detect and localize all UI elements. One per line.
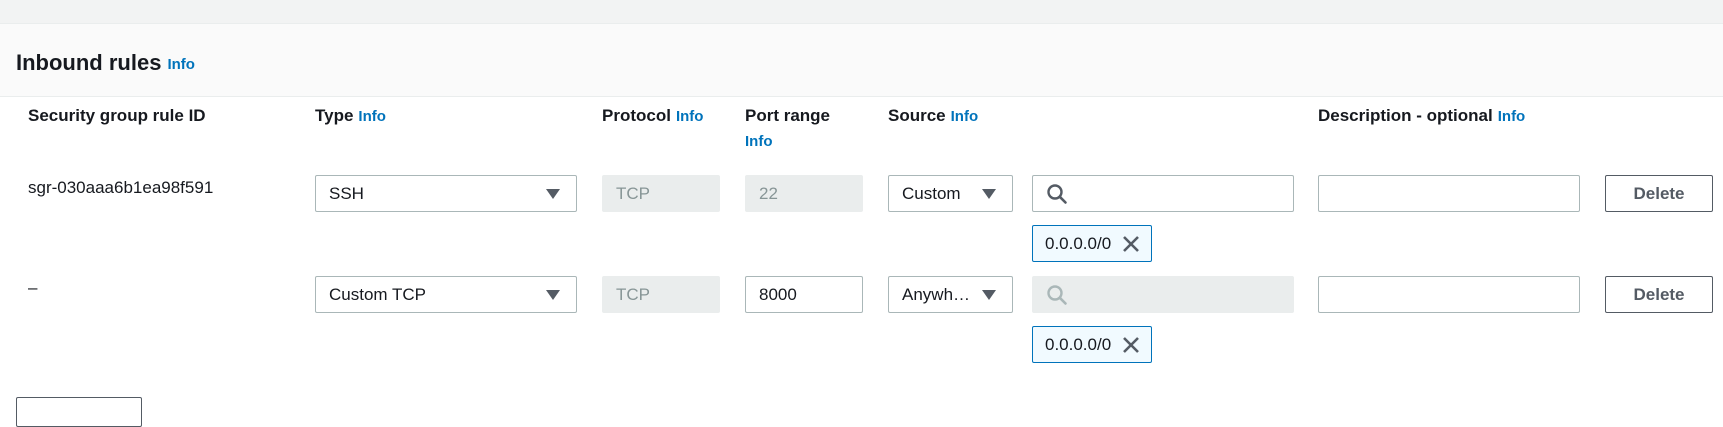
section-header [0, 24, 1723, 97]
section-title: Inbound rules Info [16, 50, 195, 76]
col-header-rule-id: Security group rule ID [28, 106, 206, 126]
search-icon [1046, 183, 1068, 205]
type-select[interactable]: Custom TCP [315, 276, 577, 313]
col-label: Security group rule ID [28, 106, 206, 125]
token-label: 0.0.0.0/0 [1045, 334, 1112, 354]
protocol-value: TCP [616, 183, 650, 203]
port-range-value: 22 [759, 183, 778, 203]
protocol-value: TCP [616, 284, 650, 304]
cidr-token: 0.0.0.0/0 [1032, 225, 1153, 262]
delete-button[interactable]: Delete [1605, 175, 1713, 212]
port-range-input[interactable]: 8000 [745, 276, 863, 313]
rule-id-text: – [28, 278, 38, 297]
source-type-select[interactable]: Custom [888, 175, 1013, 212]
source-type-value: Anywh… [902, 284, 971, 304]
type-select-value: Custom TCP [329, 284, 426, 304]
source-search-input [1032, 276, 1294, 313]
port-range-value: 8000 [759, 284, 797, 304]
col-header-protocol: Protocol Info [602, 106, 703, 127]
info-link[interactable]: Info [676, 108, 704, 125]
source-type-select[interactable]: Anywh… [888, 276, 1013, 313]
col-label: Protocol [602, 106, 671, 125]
info-link[interactable]: Info [745, 132, 830, 152]
col-label: Port range [745, 106, 831, 125]
remove-token-icon[interactable] [1121, 335, 1141, 355]
cidr-token: 0.0.0.0/0 [1032, 326, 1153, 363]
info-link[interactable]: Info [358, 108, 386, 125]
description-input[interactable] [1318, 276, 1580, 313]
type-select[interactable]: SSH [315, 175, 577, 212]
col-header-description: Description - optional Info [1318, 106, 1525, 127]
source-search-input[interactable] [1032, 175, 1294, 212]
token-label: 0.0.0.0/0 [1045, 233, 1112, 253]
protocol-field: TCP [602, 175, 720, 212]
info-link[interactable]: Info [951, 108, 979, 125]
caret-down-icon [982, 289, 996, 300]
description-input[interactable] [1318, 175, 1580, 212]
col-label: Description - optional [1318, 106, 1493, 125]
col-header-type: Type Info [315, 106, 386, 127]
search-icon [1046, 284, 1068, 306]
info-link[interactable]: Info [1498, 108, 1526, 125]
caret-down-icon [982, 188, 996, 199]
remove-token-icon[interactable] [1121, 234, 1141, 254]
info-link[interactable]: Info [167, 56, 195, 73]
rule-id-text: sgr-030aaa6b1ea98f591 [28, 178, 214, 197]
port-range-input: 22 [745, 175, 863, 212]
col-label: Source [888, 106, 946, 125]
add-rule-button[interactable] [16, 397, 142, 427]
caret-down-icon [546, 188, 560, 199]
page-title: Inbound rules [16, 50, 162, 75]
type-select-value: SSH [329, 183, 364, 203]
source-type-value: Custom [902, 183, 961, 203]
top-strip [0, 0, 1723, 24]
delete-button[interactable]: Delete [1605, 276, 1713, 313]
col-header-port-range: Port range Info [745, 106, 830, 152]
protocol-field: TCP [602, 276, 720, 313]
col-header-source: Source Info [888, 106, 978, 127]
caret-down-icon [546, 289, 560, 300]
col-label: Type [315, 106, 354, 125]
